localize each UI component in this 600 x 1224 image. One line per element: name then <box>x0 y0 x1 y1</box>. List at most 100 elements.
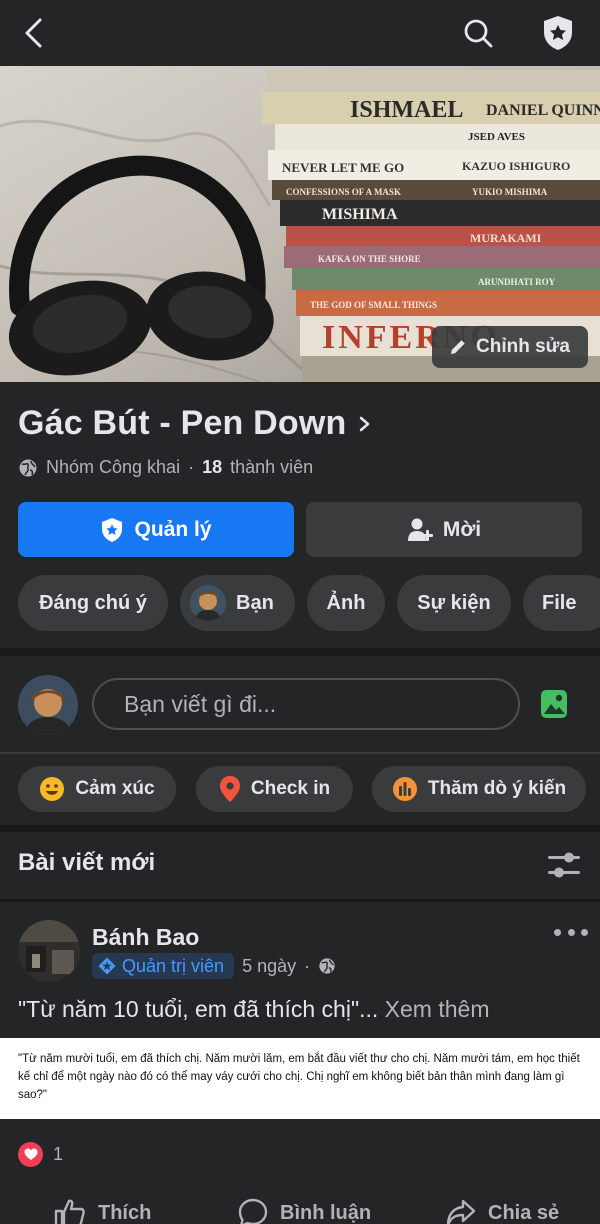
group-title-link[interactable]: Gác Bút - Pen Down <box>18 404 373 443</box>
poll-icon <box>392 777 417 801</box>
share-label: Chia sẻ <box>488 1201 560 1224</box>
check-in-label: Check in <box>250 778 331 799</box>
meta-separator: · <box>304 955 311 976</box>
comment-label: Bình luận <box>280 1201 372 1224</box>
share-icon <box>446 1199 476 1224</box>
shield-star-icon <box>544 16 572 50</box>
like-button[interactable]: Thích <box>54 1196 151 1224</box>
admin-tools-button[interactable] <box>538 13 578 53</box>
shield-star-icon <box>102 517 123 542</box>
location-pin-icon <box>219 776 240 802</box>
sliders-icon <box>548 852 580 878</box>
book-spine-text: DANIEL QUINN <box>486 102 600 119</box>
comment-button[interactable]: Bình luận <box>238 1196 371 1224</box>
more-dot <box>567 928 575 936</box>
section-title: Bài viết mới <box>18 849 156 876</box>
love-reaction-icon <box>18 1142 43 1167</box>
group-privacy: Nhóm Công khai <box>46 457 181 477</box>
avatar[interactable] <box>18 675 78 735</box>
tab-featured[interactable]: Đáng chú ý <box>18 575 168 631</box>
smiley-icon <box>40 777 65 801</box>
book-spine-text: MISHIMA <box>322 206 398 223</box>
book-spine-text: JSED AVES <box>468 131 525 143</box>
back-button[interactable] <box>14 13 54 53</box>
manage-button[interactable]: Quản lý <box>18 502 294 557</box>
book-spine-text: ARUNDHATI ROY <box>478 277 556 287</box>
add-person-icon <box>407 518 433 541</box>
chevron-left-icon <box>25 18 42 48</box>
edit-cover-label: Chỉnh sửa <box>476 336 570 357</box>
tab-label: Bạn <box>236 591 274 614</box>
tab-label: Sự kiện <box>417 591 491 614</box>
book-spine-text: NEVER LET ME GO <box>282 160 404 175</box>
poll-label: Thăm dò ý kiến <box>427 778 567 799</box>
tab-label: Đáng chú ý <box>39 591 147 614</box>
feeling-button[interactable]: Cảm xúc <box>18 766 176 812</box>
admin-badge-icon <box>98 957 116 975</box>
avatar[interactable] <box>18 920 80 982</box>
tab-photos[interactable]: Ảnh <box>307 575 385 631</box>
comment-icon <box>238 1198 268 1224</box>
tab-label: Ảnh <box>326 591 366 614</box>
tab-files[interactable]: File <box>523 575 600 631</box>
tab-label: File <box>542 591 577 614</box>
admin-badge-label: Quản trị viên <box>122 955 225 976</box>
see-more-link[interactable]: Xem thêm <box>385 996 490 1022</box>
invite-label: Mời <box>442 517 482 541</box>
section-divider <box>0 899 600 902</box>
search-icon <box>464 19 493 48</box>
friend-avatar <box>190 585 226 621</box>
section-divider <box>0 825 600 832</box>
cover-photo: ISHMAEL DANIEL QUINN JSED AVES NEVER LET… <box>0 66 600 382</box>
post-time[interactable]: 5 ngày <box>242 956 296 977</box>
check-in-button[interactable]: Check in <box>196 766 353 812</box>
reaction-count: 1 <box>53 1144 64 1164</box>
edit-cover-button[interactable]: Chỉnh sửa <box>432 326 588 368</box>
member-label: thành viên <box>230 457 314 477</box>
divider <box>0 752 600 754</box>
book-spine-text: THE GOD OF SMALL THINGS <box>310 300 437 310</box>
group-meta: Nhóm Công khai · 18 thành viên <box>18 457 313 478</box>
group-tabs: Đáng chú ý Bạn Ảnh Sự kiện File <box>18 575 600 631</box>
meta-separator: · <box>188 457 195 477</box>
post-options-button[interactable] <box>554 920 588 944</box>
book-spine-text: KAFKA ON THE SHORE <box>318 254 421 264</box>
globe-icon <box>19 459 37 476</box>
add-photo-button[interactable] <box>540 688 570 720</box>
feeling-label: Cảm xúc <box>75 778 155 799</box>
book-spine-text: MURAKAMI <box>470 231 542 245</box>
book-spine-text: ISHMAEL <box>350 97 463 123</box>
group-name: Gác Bút - Pen Down <box>18 404 347 442</box>
member-count[interactable]: 18 <box>202 457 222 478</box>
post-body: "Từ năm 10 tuổi, em đã thích chị"... <box>18 996 379 1022</box>
post-text: "Từ năm 10 tuổi, em đã thích chị"... Xem… <box>18 996 490 1023</box>
manage-label: Quản lý <box>134 517 212 541</box>
top-bar <box>0 0 600 66</box>
share-button[interactable]: Chia sẻ <box>446 1196 559 1224</box>
post-image[interactable]: "Từ năm mười tuổi, em đã thích chị. Năm … <box>0 1038 600 1119</box>
book-spine-text: CONFESSIONS OF A MASK <box>286 187 401 197</box>
like-label: Thích <box>98 1201 152 1224</box>
invite-button[interactable]: Mời <box>306 502 582 557</box>
pencil-icon <box>451 340 465 354</box>
book-spine-text: YUKIO MISHIMA <box>472 187 548 197</box>
tab-friends[interactable]: Bạn <box>180 575 295 631</box>
reaction-summary[interactable]: 1 <box>18 1142 63 1167</box>
post-image-text: "Từ năm mười tuổi, em đã thích chị. Năm … <box>18 1053 580 1101</box>
globe-icon <box>319 958 335 974</box>
chevron-right-icon <box>359 416 369 431</box>
search-button[interactable] <box>458 13 498 53</box>
section-divider <box>0 648 600 656</box>
photo-icon <box>541 690 567 718</box>
more-dot <box>554 928 561 936</box>
thumbs-up-icon <box>54 1199 85 1224</box>
post-meta: Quản trị viên 5 ngày · <box>92 953 336 979</box>
feed-filter-button[interactable] <box>546 848 582 882</box>
more-dot <box>581 928 588 936</box>
post-author[interactable]: Bánh Bao <box>92 924 199 951</box>
tab-events[interactable]: Sự kiện <box>397 575 511 631</box>
book-spine-text: KAZUO ISHIGURO <box>462 159 570 173</box>
poll-button[interactable]: Thăm dò ý kiến <box>372 766 586 812</box>
composer-input[interactable]: Bạn viết gì đi... <box>92 678 520 730</box>
composer-placeholder: Bạn viết gì đi... <box>124 690 277 717</box>
